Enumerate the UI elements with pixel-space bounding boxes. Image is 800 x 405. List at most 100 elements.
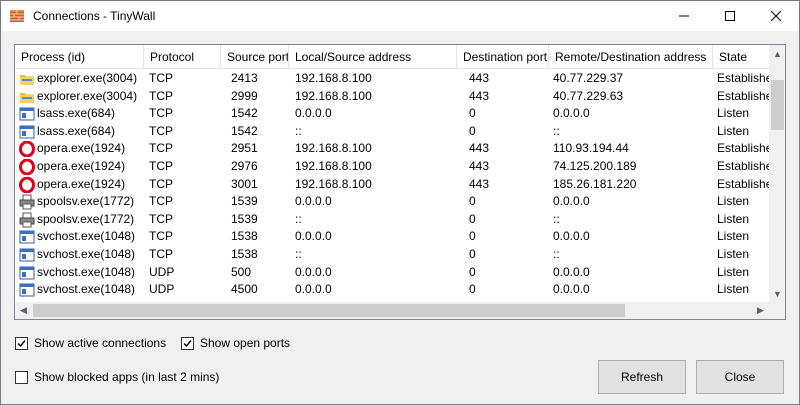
cell-remote-address: ::: [553, 247, 560, 261]
minimize-button[interactable]: [661, 1, 707, 31]
window-title: Connections - TinyWall: [33, 9, 156, 23]
cell-process: svchost.exe(1048): [37, 247, 136, 261]
maximize-button[interactable]: [707, 1, 753, 31]
checkbox-box[interactable]: [15, 370, 28, 384]
table-row[interactable]: svchost.exe(1048) TCP 1538 0.0.0.0 0 0.0.0.0 L…: [15, 228, 769, 245]
show-active-connections-checkbox[interactable]: Show active connections: [15, 336, 166, 350]
cell-remote-address: 0.0.0.0: [553, 106, 590, 121]
table-row[interactable]: spoolsv.exe(1772) TCP 1539:: 0:: Listen: [15, 211, 769, 228]
table-row[interactable]: explorer.exe(3004) TCP 2999 192.168.8.100 44…: [15, 88, 769, 105]
scroll-left-arrow-icon[interactable]: ◀: [15, 302, 32, 319]
cell-process: explorer.exe(3004): [37, 88, 138, 103]
tinywall-app-icon: [10, 10, 24, 22]
table-row[interactable]: opera.exe(1924) TCP 2976 192.168.8.100 443 74…: [15, 158, 769, 176]
cell-protocol: TCP: [149, 159, 173, 173]
table-row[interactable]: explorer.exe(3004) TCP 2413 192.168.8.100 44…: [15, 70, 769, 87]
printer-icon: [19, 212, 35, 228]
checkbox-box[interactable]: [181, 336, 194, 350]
cell-state: Established: [717, 141, 769, 156]
cell-remote-address: ::: [553, 123, 560, 138]
cell-destination-port: 0: [469, 247, 476, 261]
table-row[interactable]: spoolsv.exe(1772) TCP 1539 0.0.0.0 0 0.0.0.0 L…: [15, 193, 769, 210]
vertical-scroll-thumb[interactable]: [771, 80, 784, 130]
cell-local-address: 192.168.8.100: [295, 88, 372, 103]
close-window-button[interactable]: [753, 1, 799, 31]
cell-local-address: ::: [295, 123, 302, 138]
cell-state: Listen: [717, 247, 750, 261]
cell-remote-address: 0.0.0.0: [553, 194, 590, 209]
cell-protocol: TCP: [149, 141, 173, 156]
connections-window: Connections - TinyWall Process (id) Prot…: [0, 0, 800, 405]
minimize-icon: [679, 15, 689, 17]
cell-local-address: 0.0.0.0: [295, 282, 332, 297]
table-row[interactable]: svchost.exe(1048) UDP 4500 0.0.0.0 0 0.0.0.0 L…: [15, 281, 769, 298]
checkbox-box[interactable]: [15, 336, 28, 350]
cell-local-address: ::: [295, 247, 302, 261]
cell-state: Listen: [717, 282, 750, 297]
vertical-scrollbar[interactable]: ▲ ▼: [769, 45, 785, 302]
explorer-icon: [19, 71, 35, 87]
cell-protocol: TCP: [149, 123, 173, 138]
cell-source-port: 1538: [231, 247, 258, 261]
close-icon: [771, 11, 781, 21]
refresh-button[interactable]: Refresh: [598, 360, 686, 394]
opera-icon: [19, 158, 35, 176]
cell-local-address: 0.0.0.0: [295, 264, 332, 279]
column-header-remote-address[interactable]: Remote/Destination address: [549, 45, 713, 69]
connections-list[interactable]: Process (id) Protocol Source port Local/…: [14, 44, 786, 320]
checkmark-icon: [17, 339, 26, 347]
column-header-local-address[interactable]: Local/Source address: [289, 45, 457, 69]
cell-destination-port: 0: [469, 211, 476, 226]
app-window-icon: [19, 265, 35, 281]
cell-source-port: 2413: [231, 71, 258, 85]
cell-destination-port: 0: [469, 106, 476, 121]
cell-protocol: TCP: [149, 106, 173, 121]
table-row[interactable]: opera.exe(1924) TCP 3001 192.168.8.100 443 18…: [15, 176, 769, 194]
cell-protocol: UDP: [149, 282, 175, 297]
table-row[interactable]: svchost.exe(1048) UDP 500 0.0.0.0 0 0.0.0.0 Li…: [15, 264, 769, 281]
app-window-icon: [19, 106, 35, 122]
cell-remote-address: 40.77.229.63: [553, 88, 624, 103]
table-row[interactable]: lsass.exe(684) TCP 1542 0.0.0.0 0 0.0.0.0 List…: [15, 105, 769, 122]
cell-state: Listen: [717, 123, 750, 138]
cell-local-address: 0.0.0.0: [295, 229, 332, 244]
cell-protocol: TCP: [149, 176, 173, 191]
close-button[interactable]: Close: [696, 360, 784, 394]
column-header-destination-port[interactable]: Destination port: [457, 45, 549, 69]
cell-remote-address: 74.125.200.189: [553, 159, 637, 173]
cell-protocol: UDP: [149, 264, 175, 279]
checkbox-label: Show open ports: [200, 336, 291, 350]
cell-source-port: 1539: [231, 211, 258, 226]
scroll-down-arrow-icon[interactable]: ▼: [769, 285, 785, 302]
column-header-protocol[interactable]: Protocol: [144, 45, 221, 69]
cell-process: lsass.exe(684): [37, 106, 116, 121]
cell-process: opera.exe(1924): [37, 159, 126, 173]
column-header-source-port[interactable]: Source port: [221, 45, 289, 69]
table-row[interactable]: svchost.exe(1048) TCP 1538:: 0:: Listen: [15, 246, 769, 263]
cell-protocol: TCP: [149, 247, 173, 261]
cell-state: Listen: [717, 211, 750, 226]
show-open-ports-checkbox[interactable]: Show open ports: [181, 336, 290, 350]
cell-local-address: ::: [295, 211, 302, 226]
printer-icon: [19, 194, 35, 210]
show-blocked-apps-checkbox[interactable]: Show blocked apps (in last 2 mins): [15, 370, 219, 384]
scroll-up-arrow-icon[interactable]: ▲: [769, 45, 785, 62]
cell-destination-port: 443: [469, 159, 490, 173]
checkmark-icon: [183, 339, 192, 347]
column-header-process[interactable]: Process (id): [15, 45, 144, 69]
app-window-icon: [19, 229, 35, 245]
cell-local-address: 192.168.8.100: [295, 71, 372, 85]
cell-destination-port: 443: [469, 71, 490, 85]
cell-protocol: TCP: [149, 211, 173, 226]
table-row[interactable]: opera.exe(1924) TCP 2951 192.168.8.100 443 11…: [15, 140, 769, 158]
column-header-state[interactable]: State: [713, 45, 773, 69]
connection-rows: explorer.exe(3004) TCP 2413 192.168.8.100 44…: [15, 70, 769, 300]
horizontal-scrollbar[interactable]: ◀ ▶: [15, 302, 769, 319]
horizontal-scroll-thumb[interactable]: [33, 304, 625, 317]
cell-protocol: TCP: [149, 71, 173, 85]
checkbox-label: Show active connections: [34, 336, 167, 350]
scroll-right-arrow-icon[interactable]: ▶: [752, 302, 769, 319]
cell-source-port: 2999: [231, 88, 258, 103]
title-bar[interactable]: Connections - TinyWall: [1, 1, 799, 31]
table-row[interactable]: lsass.exe(684) TCP 1542:: 0:: Listen: [15, 123, 769, 140]
